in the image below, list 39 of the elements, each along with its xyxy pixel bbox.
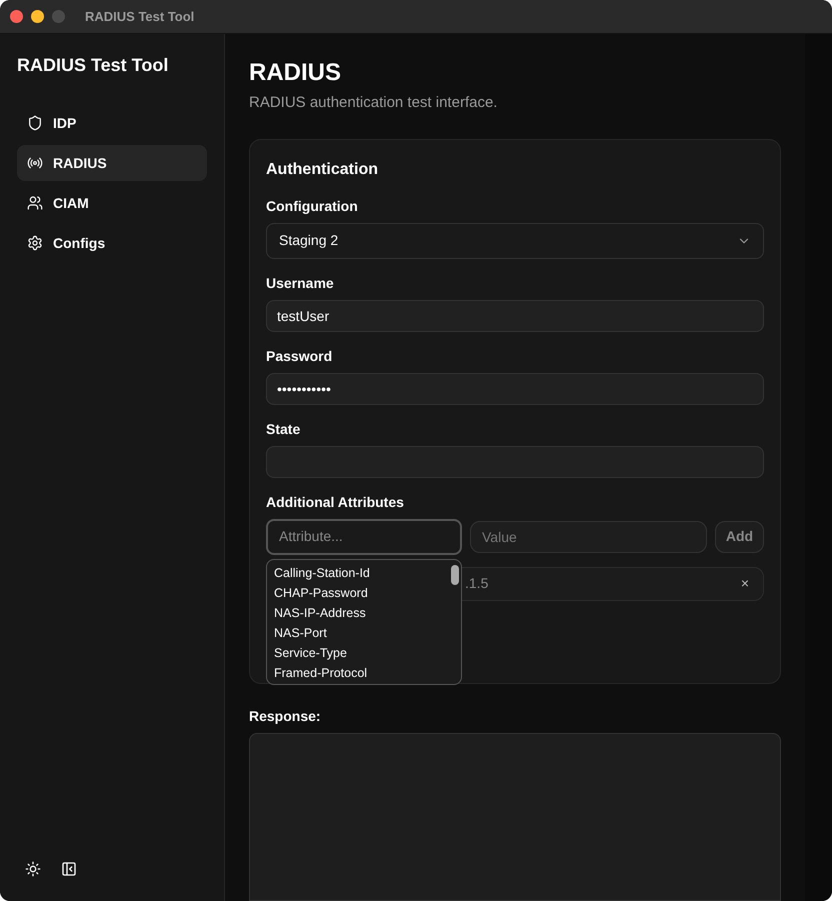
suggestion-item[interactable]: Framed-Protocol bbox=[274, 662, 442, 682]
add-button[interactable]: Add bbox=[715, 520, 764, 552]
card-title: Authentication bbox=[266, 160, 379, 180]
page-subtitle: RADIUS authentication test interface. bbox=[249, 93, 498, 113]
configuration-select[interactable]: Staging 2 bbox=[266, 222, 764, 258]
theme-toggle-icon[interactable] bbox=[25, 861, 41, 877]
suggestion-item[interactable]: Service-Type bbox=[274, 642, 442, 662]
scrollbar-thumb[interactable] bbox=[451, 564, 459, 584]
sidebar-title: RADIUS Test Tool bbox=[17, 54, 170, 77]
attribute-chip-text: .1.5 bbox=[465, 574, 488, 593]
response-label: Response: bbox=[249, 706, 322, 726]
remove-button[interactable]: × bbox=[740, 573, 749, 594]
minimize-window-button[interactable] bbox=[31, 10, 44, 23]
sidebar-item[interactable]: CIAM bbox=[17, 185, 207, 221]
sidebar-item[interactable]: Configs bbox=[17, 225, 207, 261]
window-title: RADIUS Test Tool bbox=[85, 8, 194, 26]
collapse-sidebar-icon[interactable] bbox=[61, 861, 77, 877]
close-window-button[interactable] bbox=[10, 10, 23, 23]
settings-icon bbox=[27, 235, 43, 251]
users-icon bbox=[27, 195, 43, 211]
suggestion-item[interactable]: NAS-IP-Address bbox=[274, 602, 442, 622]
sidebar-item[interactable]: RADIUS bbox=[17, 145, 207, 181]
sidebar-item[interactable]: IDP bbox=[17, 105, 207, 141]
field-label: Configuration bbox=[266, 196, 359, 216]
field-label: Additional Attributes bbox=[266, 492, 405, 512]
value-field[interactable]: Value bbox=[470, 520, 707, 552]
field-label: State bbox=[266, 420, 302, 438]
state-field[interactable] bbox=[266, 446, 764, 478]
field-label: Username bbox=[266, 274, 335, 292]
field-label: Password bbox=[266, 346, 334, 366]
suggestion-item[interactable]: NAS-Port bbox=[274, 622, 442, 642]
username-field[interactable]: testUser bbox=[266, 300, 764, 332]
suggestion-item[interactable]: CHAP-Password bbox=[274, 582, 442, 602]
attribute-field[interactable]: Attribute... bbox=[266, 518, 462, 554]
broadcast-icon bbox=[27, 155, 43, 171]
password-field[interactable]: ••••••••••• bbox=[266, 372, 764, 404]
shield-icon bbox=[27, 115, 43, 131]
page-title: RADIUS bbox=[249, 58, 342, 88]
suggestion-item[interactable]: Calling-Station-Id bbox=[274, 562, 442, 582]
